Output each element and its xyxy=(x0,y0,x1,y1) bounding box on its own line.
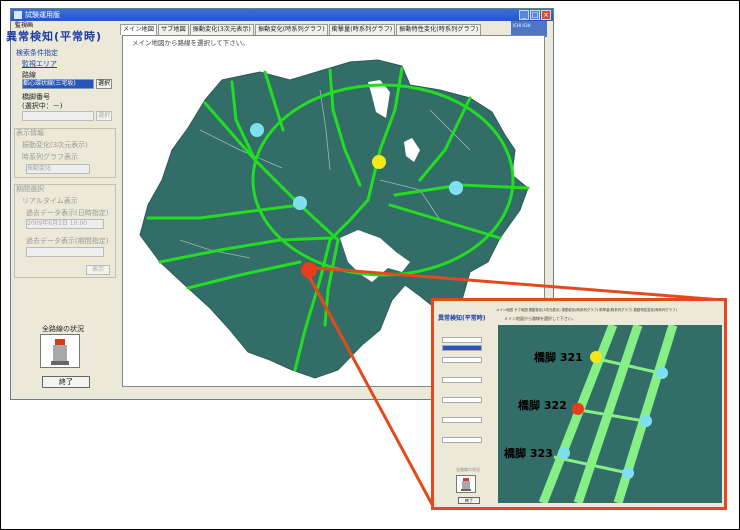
inset-marker-normal[interactable] xyxy=(622,467,634,479)
marker-normal[interactable] xyxy=(293,196,307,210)
marker-normal[interactable] xyxy=(250,123,264,137)
inset-tabs: メイン地図 サブ地図 振動変化(3次元表示) 振動変化(時系列グラフ) 衝撃量(… xyxy=(496,308,677,312)
marker-normal[interactable] xyxy=(449,181,463,195)
inset-marker-normal[interactable] xyxy=(656,367,668,379)
inset-app-title: 異常検知(平常時) xyxy=(438,315,486,322)
inset-marker-normal[interactable] xyxy=(640,415,652,427)
inset-map xyxy=(498,323,722,505)
inset-marker-warning[interactable] xyxy=(590,351,602,363)
inset-instruction: メイン地図から路線を選択して下さい。 xyxy=(504,316,576,321)
marker-warning[interactable] xyxy=(372,155,386,169)
inset-field xyxy=(442,417,482,423)
inset-field xyxy=(442,357,482,363)
inset-field xyxy=(442,437,482,443)
zoom-inset: 異常検知(平常時) 全路線の状況 終了 メイン地図 サブ地図 振動変化(3次元表… xyxy=(431,298,727,510)
inset-route-select xyxy=(442,345,482,351)
inset-field xyxy=(442,377,482,383)
pier-label-322: 橋脚 322 xyxy=(518,399,567,412)
inset-field xyxy=(442,337,482,343)
inset-marker-normal[interactable] xyxy=(558,447,570,459)
marker-alert[interactable] xyxy=(301,262,317,278)
pier-label-321: 橋脚 321 xyxy=(534,351,583,364)
inset-marker-alert[interactable] xyxy=(572,403,584,415)
inset-end-button[interactable]: 終了 xyxy=(458,497,480,504)
pier-label-323: 橋脚 323 xyxy=(504,447,553,460)
inset-signal-light-icon xyxy=(456,475,476,493)
inset-status-label: 全路線の状況 xyxy=(456,467,480,472)
inset-field xyxy=(442,397,482,403)
